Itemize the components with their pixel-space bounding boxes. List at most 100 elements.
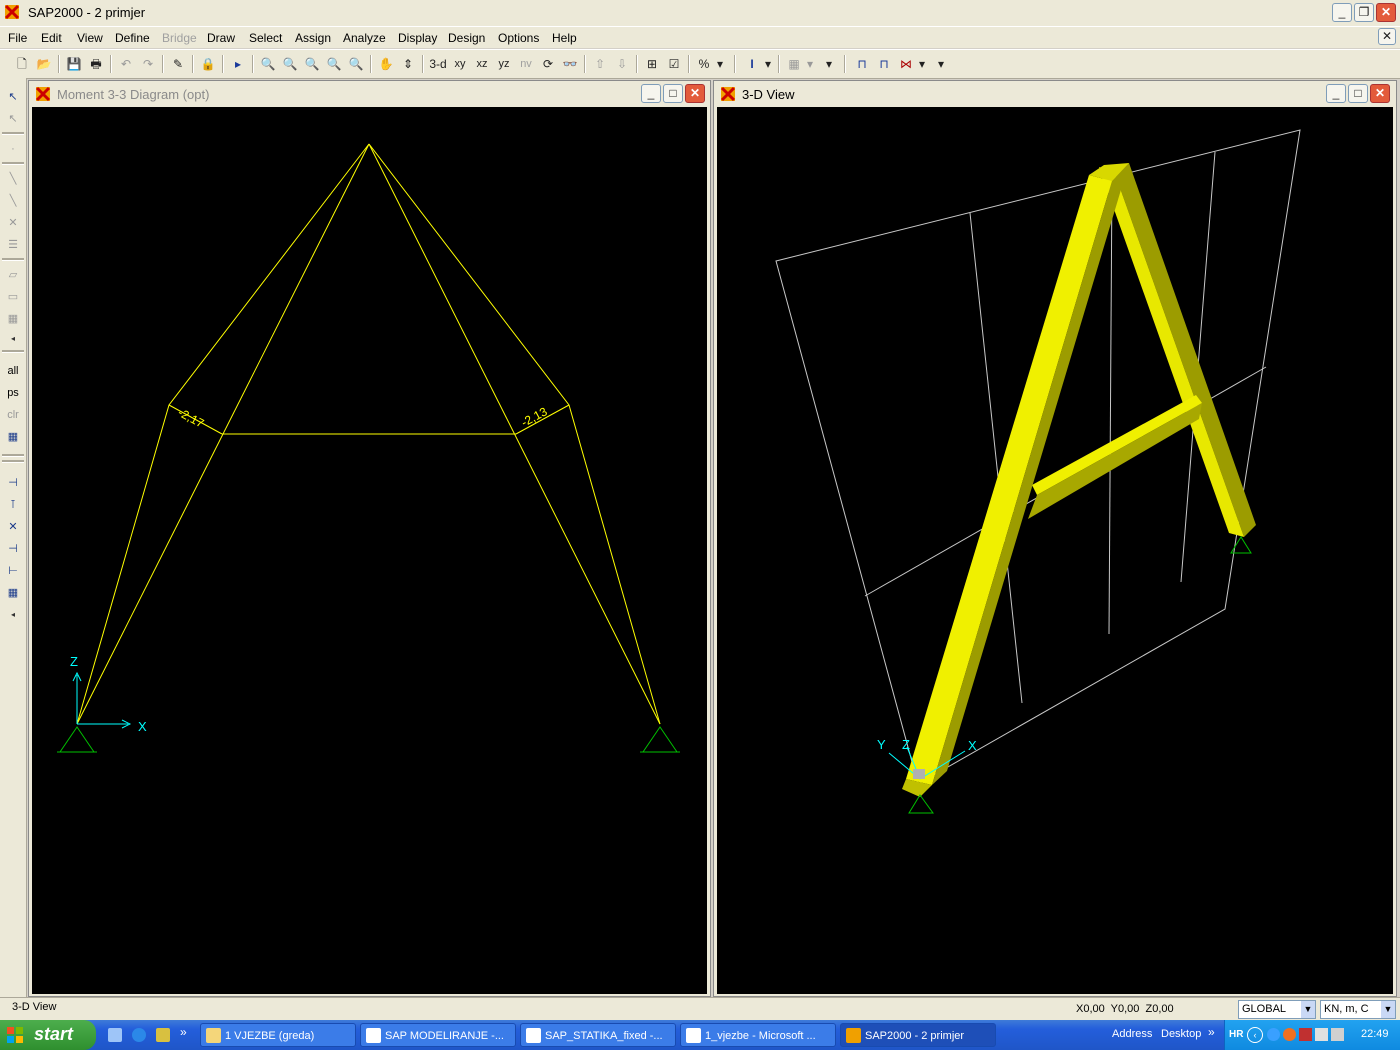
view-nv-button[interactable]: nv [516, 54, 536, 74]
toolbar-overflow-icon[interactable]: ▾ [822, 54, 836, 74]
toolbar-more-icon[interactable]: » [1208, 1025, 1215, 1039]
units-select[interactable]: KN, m, C ▼ [1320, 1000, 1396, 1019]
draw-frame-poly-icon[interactable]: ⊓ [874, 54, 894, 74]
view3d-minimize-button[interactable]: _ [1326, 84, 1346, 103]
draw-joint-icon[interactable]: · [4, 140, 22, 158]
draw-dropdown-icon[interactable]: ▾ [916, 54, 928, 74]
frame-section-dropdown-icon[interactable]: ▾ [762, 54, 774, 74]
internet-explorer-icon[interactable] [132, 1028, 146, 1042]
intersecting-line-select-icon[interactable]: ▦ [4, 428, 22, 446]
percent-icon[interactable]: % [694, 54, 714, 74]
reshape-icon[interactable]: ↖ [4, 110, 22, 128]
pencil-icon[interactable]: ✎ [168, 54, 188, 74]
moment-minimize-button[interactable]: _ [641, 84, 661, 103]
area-section-icon[interactable]: ▦ [784, 54, 804, 74]
frame-section-icon[interactable]: I [742, 54, 762, 74]
snap-fine-grid-icon[interactable]: ▦ [4, 584, 22, 602]
menu-analyze[interactable]: Analyze [343, 31, 386, 45]
view3d-maximize-button[interactable]: □ [1348, 84, 1368, 103]
select-all-button[interactable]: all [4, 362, 22, 380]
quick-draw-area-icon[interactable]: ▦ [4, 310, 22, 328]
task-sap2000[interactable]: SAP2000 - 2 primjer [840, 1023, 996, 1047]
mdi-close-button[interactable]: ✕ [1378, 28, 1396, 45]
new-file-icon[interactable]: 🗋 [12, 54, 32, 74]
zoom-previous-icon[interactable]: 🔍 [346, 54, 366, 74]
moment-maximize-button[interactable]: □ [663, 84, 683, 103]
clock[interactable]: 22:49 [1361, 1028, 1389, 1040]
zoom-in-icon[interactable]: 🔍 [302, 54, 322, 74]
menu-edit[interactable]: Edit [41, 31, 62, 45]
speaker-icon[interactable] [1331, 1028, 1344, 1041]
left-toolbar-more-1-icon[interactable]: ◂ [4, 330, 22, 348]
view-xz-button[interactable]: xz [472, 54, 492, 74]
draw-brace-icon[interactable]: ⋈ [896, 54, 916, 74]
task-vjezbe-greda[interactable]: 1 VJEZBE (greda) [200, 1023, 356, 1047]
restore-button[interactable]: ❐ [1354, 3, 1374, 22]
start-button[interactable]: start [0, 1020, 96, 1050]
snap-perpendicular-icon[interactable]: ⊣ [4, 540, 22, 558]
moment-diagram-canvas[interactable]: -2,17 -2,13 Z X [32, 107, 707, 994]
menu-view[interactable]: View [77, 31, 103, 45]
clear-selection-button[interactable]: clr [4, 406, 22, 424]
close-button[interactable]: ✕ [1376, 3, 1396, 22]
menu-assign[interactable]: Assign [295, 31, 331, 45]
desktop-toolbar-label[interactable]: Desktop [1161, 1028, 1201, 1040]
rubberband-icon[interactable]: ⇕ [398, 54, 418, 74]
language-indicator[interactable]: HR [1229, 1029, 1243, 1040]
view3d-close-button[interactable]: ✕ [1370, 84, 1390, 103]
draw-frame-icon[interactable]: ⊓ [852, 54, 872, 74]
area-section-dropdown-icon[interactable]: ▾ [804, 54, 816, 74]
redo-icon[interactable]: ↷ [138, 54, 158, 74]
network-icon[interactable] [1267, 1028, 1280, 1041]
snap-intersections-icon[interactable]: ✕ [4, 518, 22, 536]
menu-design[interactable]: Design [448, 31, 485, 45]
move-down-icon[interactable]: ⇩ [612, 54, 632, 74]
draw-section-cut-icon[interactable]: ☰ [4, 236, 22, 254]
menu-select[interactable]: Select [249, 31, 282, 45]
antivirus-icon[interactable] [1299, 1028, 1312, 1041]
menu-file[interactable]: File [8, 31, 27, 45]
moment-close-button[interactable]: ✕ [685, 84, 705, 103]
minimize-button[interactable]: _ [1332, 3, 1352, 22]
snap-points-icon[interactable]: ⊣ [4, 474, 22, 492]
address-toolbar-label[interactable]: Address [1112, 1028, 1152, 1040]
menu-draw[interactable]: Draw [207, 31, 235, 45]
run-analysis-icon[interactable]: ▸ [228, 54, 248, 74]
draw-brace-side-icon[interactable]: ✕ [4, 214, 22, 232]
snap-lines-icon[interactable]: ⊢ [4, 562, 22, 580]
tray-expand-icon[interactable]: ‹ [1247, 1027, 1263, 1043]
menu-display[interactable]: Display [398, 31, 437, 45]
quicklaunch-more-icon[interactable]: » [180, 1025, 187, 1039]
view-3d-button[interactable]: 3-d [428, 54, 448, 74]
save-icon[interactable]: 💾 [64, 54, 84, 74]
open-folder-icon[interactable]: 📂 [34, 54, 54, 74]
draw-poly-area-icon[interactable]: ▱ [4, 266, 22, 284]
view-xy-button[interactable]: xy [450, 54, 470, 74]
menu-define[interactable]: Define [115, 31, 150, 45]
security-icon[interactable] [1283, 1028, 1296, 1041]
rotate-view-icon[interactable]: ⟳ [538, 54, 558, 74]
undo-icon[interactable]: ↶ [116, 54, 136, 74]
zoom-restore-icon[interactable]: 🔍 [280, 54, 300, 74]
print-icon[interactable]: 🖶 [86, 54, 106, 74]
quicklaunch-app-icon[interactable] [156, 1028, 170, 1042]
zoom-out-icon[interactable]: 🔍 [324, 54, 344, 74]
show-desktop-icon[interactable] [108, 1028, 122, 1042]
draw-line-icon[interactable]: ╲ [4, 170, 22, 188]
task-1-vjezbe[interactable]: 1_vjezbe - Microsoft ... [680, 1023, 836, 1047]
pan-icon[interactable]: ✋ [376, 54, 396, 74]
menu-help[interactable]: Help [552, 31, 577, 45]
object-shrink-icon[interactable]: ⊞ [642, 54, 662, 74]
task-sap-modeliranje[interactable]: SAP MODELIRANJE -... [360, 1023, 516, 1047]
monitor-icon[interactable] [1315, 1028, 1328, 1041]
set-display-options-icon[interactable]: ☑ [664, 54, 684, 74]
zoom-window-icon[interactable]: 🔍 [258, 54, 278, 74]
view3d-canvas[interactable]: Y Z X [717, 107, 1393, 994]
select-previous-button[interactable]: ps [4, 384, 22, 402]
left-toolbar-more-2-icon[interactable]: ◂ [4, 606, 22, 624]
perspective-icon[interactable]: 👓 [560, 54, 580, 74]
lock-icon[interactable]: 🔒 [198, 54, 218, 74]
quick-draw-frame-icon[interactable]: ╲ [4, 192, 22, 210]
snap-ends-icon[interactable]: ⊺ [4, 496, 22, 514]
pointer-icon[interactable]: ↖ [4, 88, 22, 106]
